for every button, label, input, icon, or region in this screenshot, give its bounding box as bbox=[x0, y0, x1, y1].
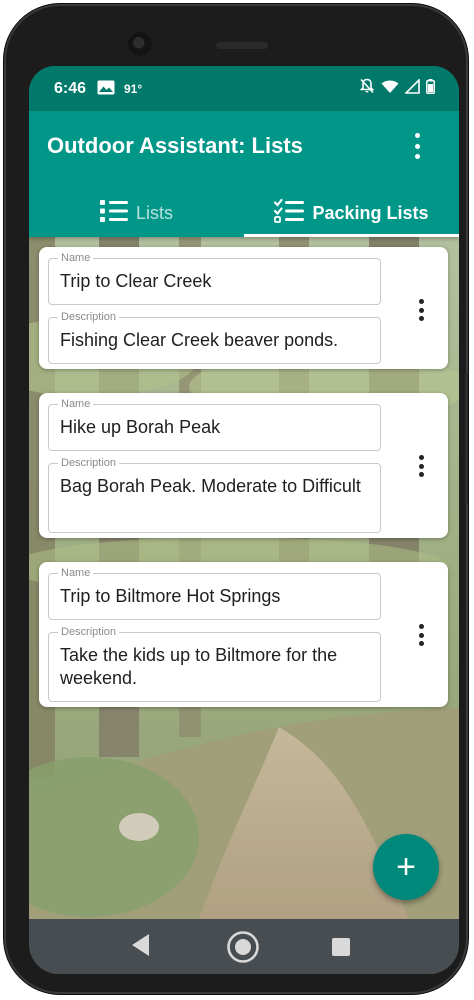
more-vert-icon[interactable] bbox=[405, 133, 429, 159]
notifications-muted-icon bbox=[359, 78, 375, 94]
phone-frame: 6:46 91° Outdoor Assistant: Lists Lists … bbox=[4, 4, 468, 994]
power-button bbox=[465, 374, 468, 504]
description-field[interactable]: Description Fishing Clear Creek beaver p… bbox=[48, 310, 381, 364]
name-field-value: Hike up Borah Peak bbox=[60, 417, 221, 437]
status-temperature: 91° bbox=[124, 82, 143, 96]
cell-signal-icon bbox=[405, 78, 420, 94]
description-field[interactable]: Description Take the kids up to Biltmore… bbox=[48, 625, 381, 702]
system-nav-bar bbox=[29, 919, 459, 974]
card-more-vert-icon[interactable] bbox=[418, 455, 424, 477]
back-icon[interactable] bbox=[129, 932, 151, 963]
description-field-label: Description bbox=[58, 456, 120, 470]
name-field-value: Trip to Clear Creek bbox=[60, 271, 212, 291]
description-field-label: Description bbox=[58, 625, 120, 639]
checklist-icon bbox=[274, 198, 305, 228]
add-list-button[interactable]: + bbox=[373, 834, 439, 900]
packing-list-card[interactable]: Name Trip to Biltmore Hot Springs Descri… bbox=[39, 562, 448, 707]
battery-icon bbox=[426, 78, 435, 94]
tab-packing-lists[interactable]: Packing Lists bbox=[244, 189, 459, 237]
description-field-value: Fishing Clear Creek beaver ponds. bbox=[60, 330, 339, 350]
home-icon[interactable] bbox=[226, 930, 260, 969]
list-icon bbox=[99, 199, 128, 228]
tab-indicator bbox=[244, 234, 459, 237]
name-field-label: Name bbox=[58, 397, 94, 411]
description-field[interactable]: Description Bag Borah Peak. Moderate to … bbox=[48, 456, 381, 533]
image-icon bbox=[97, 80, 115, 95]
tab-lists[interactable]: Lists bbox=[29, 189, 244, 237]
card-more-vert-icon[interactable] bbox=[418, 624, 424, 646]
status-time: 6:46 bbox=[54, 80, 87, 97]
card-more-vert-icon[interactable] bbox=[418, 299, 424, 321]
name-field-value: Trip to Biltmore Hot Springs bbox=[60, 586, 281, 606]
app-title: Outdoor Assistant: Lists bbox=[47, 133, 303, 158]
description-field-value: Bag Borah Peak. Moderate to Difficult bbox=[60, 476, 361, 496]
tab-label: Packing Lists bbox=[312, 202, 429, 223]
name-field[interactable]: Name Hike up Borah Peak bbox=[48, 397, 381, 451]
packing-list-card[interactable]: Name Trip to Clear Creek Description Fis… bbox=[39, 247, 448, 369]
status-icons bbox=[359, 78, 435, 94]
wifi-icon bbox=[381, 79, 399, 94]
front-camera bbox=[128, 32, 152, 56]
earpiece-speaker bbox=[216, 42, 268, 49]
name-field[interactable]: Name Trip to Clear Creek bbox=[48, 251, 381, 305]
packing-list-card[interactable]: Name Hike up Borah Peak Description Bag … bbox=[39, 393, 448, 538]
recents-icon[interactable] bbox=[332, 938, 350, 961]
app-bar: Outdoor Assistant: Lists Lists Packing L… bbox=[29, 111, 459, 237]
name-field[interactable]: Name Trip to Biltmore Hot Springs bbox=[48, 566, 381, 620]
tab-bar: Lists Packing Lists bbox=[29, 189, 459, 237]
name-field-label: Name bbox=[58, 566, 94, 580]
add-icon: + bbox=[396, 848, 416, 886]
screen: 6:46 91° Outdoor Assistant: Lists Lists … bbox=[29, 66, 459, 974]
tab-label: Lists bbox=[135, 202, 173, 223]
description-field-value: Take the kids up to Biltmore for the wee… bbox=[60, 645, 338, 688]
description-field-label: Description bbox=[58, 310, 120, 324]
status-bar: 6:46 91° bbox=[29, 66, 459, 111]
name-field-label: Name bbox=[58, 251, 94, 265]
